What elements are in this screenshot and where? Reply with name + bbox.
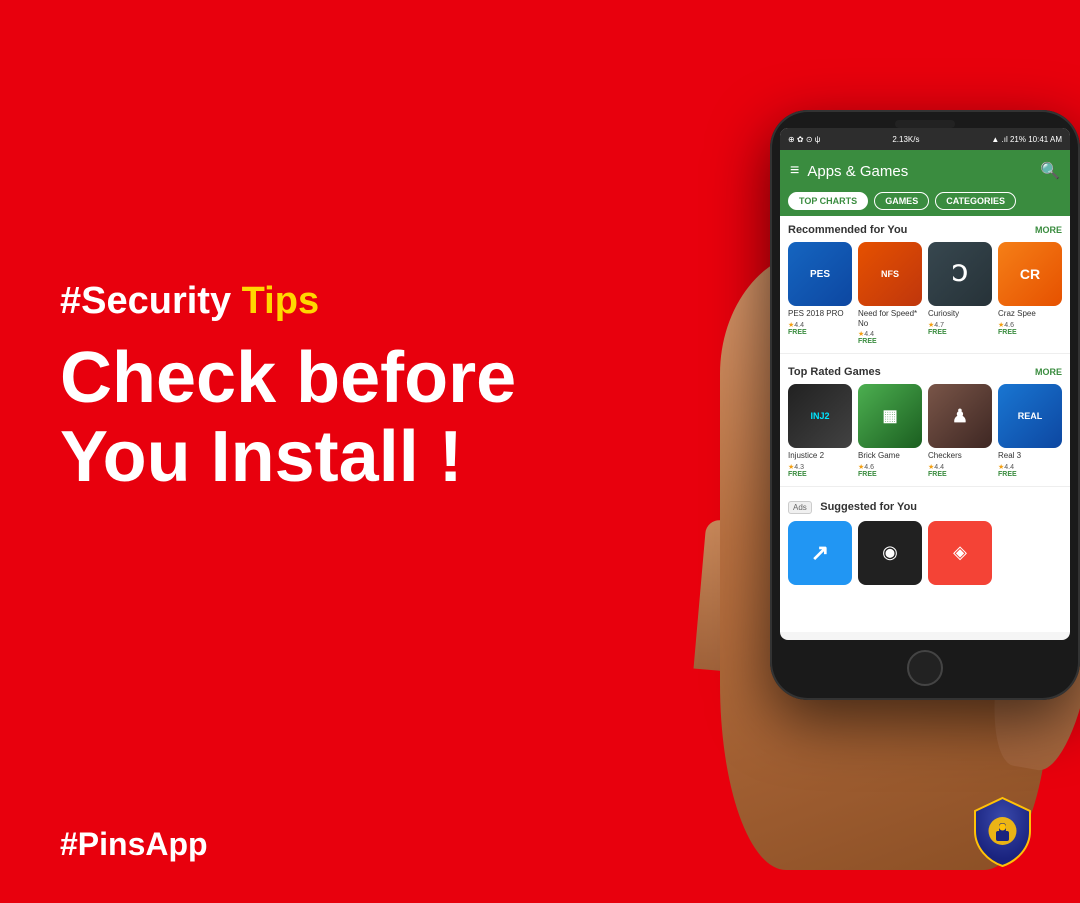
top-rated-title: Top Rated Games bbox=[788, 366, 881, 378]
bottom-left-label: #PinsApp bbox=[60, 826, 208, 863]
app-thumb-nfs: NFS bbox=[858, 242, 922, 306]
app-card-craz[interactable]: CR Craz Spee ★4.6 FREE bbox=[998, 242, 1062, 345]
headline-line1: Check before bbox=[60, 339, 516, 418]
app-free-brick: FREE bbox=[858, 471, 922, 478]
app-free-craz: FREE bbox=[998, 329, 1062, 336]
hamburger-icon[interactable]: ≡ bbox=[790, 162, 799, 180]
recommended-app-row: PES PES 2018 PRO ★4.4 FREE NFS Need for … bbox=[788, 242, 1062, 345]
app-thumb-checkers: ♟ bbox=[928, 384, 992, 448]
hashtag-security: #Security bbox=[60, 280, 231, 322]
app-card-checkers[interactable]: ♟ Checkers ★4.4 FREE bbox=[928, 384, 992, 478]
tab-bar: TOP CHARTS GAMES CATEGORIES bbox=[780, 192, 1070, 216]
status-speed: 2.13K/s bbox=[892, 135, 919, 144]
app-rating-pes: ★4.4 bbox=[788, 321, 852, 329]
tips-word: Tips bbox=[242, 280, 319, 322]
headline-line2: You Install ! bbox=[60, 418, 516, 497]
app-free-curiosity: FREE bbox=[928, 329, 992, 336]
phone-screen: ⊕ ✿ ⊙ ψ 2.13K/s ▲ .ıl 21% 10:41 AM ≡ App… bbox=[780, 128, 1070, 640]
top-rated-section: Top Rated Games MORE INJ2 Injustice 2 ★4… bbox=[780, 358, 1070, 482]
top-rated-app-row: INJ2 Injustice 2 ★4.3 FREE ▦ Brick Game … bbox=[788, 384, 1062, 478]
play-store-title: Apps & Games bbox=[807, 163, 1040, 180]
app-thumb-curiosity: Ↄ bbox=[928, 242, 992, 306]
ads-section: Ads Suggested for You ↗ ◉ ◈ bbox=[780, 491, 1070, 591]
recommended-more[interactable]: MORE bbox=[1035, 225, 1062, 235]
suggested-app-1[interactable]: ↗ bbox=[788, 521, 852, 585]
app-name-injustice: Injustice 2 bbox=[788, 451, 852, 461]
app-rating-checkers: ★4.4 bbox=[928, 463, 992, 471]
suggested-app-3[interactable]: ◈ bbox=[928, 521, 992, 585]
app-thumb-craz: CR bbox=[998, 242, 1062, 306]
app-name-curiosity: Curiosity bbox=[928, 309, 992, 319]
recommended-title: Recommended for You bbox=[788, 224, 907, 236]
ads-header: Ads Suggested for You bbox=[788, 497, 1062, 515]
search-icon[interactable]: 🔍 bbox=[1040, 161, 1060, 181]
app-rating-real3: ★4.4 bbox=[998, 463, 1062, 471]
app-name-pes: PES 2018 PRO bbox=[788, 309, 852, 319]
app-card-curiosity[interactable]: Ↄ Curiosity ★4.7 FREE bbox=[928, 242, 992, 345]
play-content: Recommended for You MORE PES PES 2018 PR… bbox=[780, 216, 1070, 632]
recommended-header: Recommended for You MORE bbox=[788, 224, 1062, 236]
app-card-real3[interactable]: REAL Real 3 ★4.4 FREE bbox=[998, 384, 1062, 478]
left-content-area: #Security Tips Check before You Install … bbox=[60, 280, 516, 497]
security-tips-line: #Security Tips bbox=[60, 280, 516, 323]
status-right-icons: ▲ .ıl 21% 10:41 AM bbox=[991, 135, 1062, 144]
app-free-nfs: FREE bbox=[858, 338, 922, 345]
suggested-app-2[interactable]: ◉ bbox=[858, 521, 922, 585]
ads-app-row: ↗ ◉ ◈ bbox=[788, 521, 1062, 585]
camera-notch bbox=[895, 120, 955, 128]
main-headline: Check before You Install ! bbox=[60, 339, 516, 497]
app-name-nfs: Need for Speed* No bbox=[858, 309, 922, 328]
app-thumb-real3: REAL bbox=[998, 384, 1062, 448]
app-name-craz: Craz Spee bbox=[998, 309, 1062, 319]
ads-title-group: Ads Suggested for You bbox=[788, 497, 917, 515]
status-left-icons: ⊕ ✿ ⊙ ψ bbox=[788, 135, 820, 144]
app-card-nfs[interactable]: NFS Need for Speed* No ★4.4 FREE bbox=[858, 242, 922, 345]
app-rating-nfs: ★4.4 bbox=[858, 330, 922, 338]
app-card-pes[interactable]: PES PES 2018 PRO ★4.4 FREE bbox=[788, 242, 852, 345]
app-name-real3: Real 3 bbox=[998, 451, 1062, 461]
app-name-brick: Brick Game bbox=[858, 451, 922, 461]
phone-wrapper: ⊕ ✿ ⊙ ψ 2.13K/s ▲ .ıl 21% 10:41 AM ≡ App… bbox=[630, 50, 1080, 870]
app-thumb-pes: PES bbox=[788, 242, 852, 306]
home-button[interactable] bbox=[907, 650, 943, 686]
tab-top-charts[interactable]: TOP CHARTS bbox=[788, 192, 868, 210]
status-bar: ⊕ ✿ ⊙ ψ 2.13K/s ▲ .ıl 21% 10:41 AM bbox=[780, 128, 1070, 150]
shield-icon bbox=[965, 793, 1040, 868]
app-card-injustice[interactable]: INJ2 Injustice 2 ★4.3 FREE bbox=[788, 384, 852, 478]
app-name-checkers: Checkers bbox=[928, 451, 992, 461]
app-card-brick[interactable]: ▦ Brick Game ★4.6 FREE bbox=[858, 384, 922, 478]
app-free-real3: FREE bbox=[998, 471, 1062, 478]
shield-badge bbox=[965, 793, 1040, 873]
app-free-checkers: FREE bbox=[928, 471, 992, 478]
tab-games[interactable]: GAMES bbox=[874, 192, 929, 210]
top-rated-more[interactable]: MORE bbox=[1035, 367, 1062, 377]
app-rating-curiosity: ★4.7 bbox=[928, 321, 992, 329]
recommended-section: Recommended for You MORE PES PES 2018 PR… bbox=[780, 216, 1070, 349]
divider-2 bbox=[780, 486, 1070, 487]
pins-app-text: #PinsApp bbox=[60, 826, 208, 862]
tab-categories[interactable]: CATEGORIES bbox=[935, 192, 1016, 210]
divider-1 bbox=[780, 353, 1070, 354]
app-free-pes: FREE bbox=[788, 329, 852, 336]
suggested-title: Suggested for You bbox=[820, 501, 917, 513]
app-thumb-brick: ▦ bbox=[858, 384, 922, 448]
top-rated-header: Top Rated Games MORE bbox=[788, 366, 1062, 378]
play-header: ≡ Apps & Games 🔍 bbox=[780, 150, 1070, 192]
app-rating-brick: ★4.6 bbox=[858, 463, 922, 471]
app-rating-craz: ★4.6 bbox=[998, 321, 1062, 329]
app-rating-injustice: ★4.3 bbox=[788, 463, 852, 471]
ads-label: Ads bbox=[788, 501, 812, 514]
phone-device: ⊕ ✿ ⊙ ψ 2.13K/s ▲ .ıl 21% 10:41 AM ≡ App… bbox=[770, 110, 1080, 700]
app-free-injustice: FREE bbox=[788, 471, 852, 478]
app-thumb-injustice: INJ2 bbox=[788, 384, 852, 448]
